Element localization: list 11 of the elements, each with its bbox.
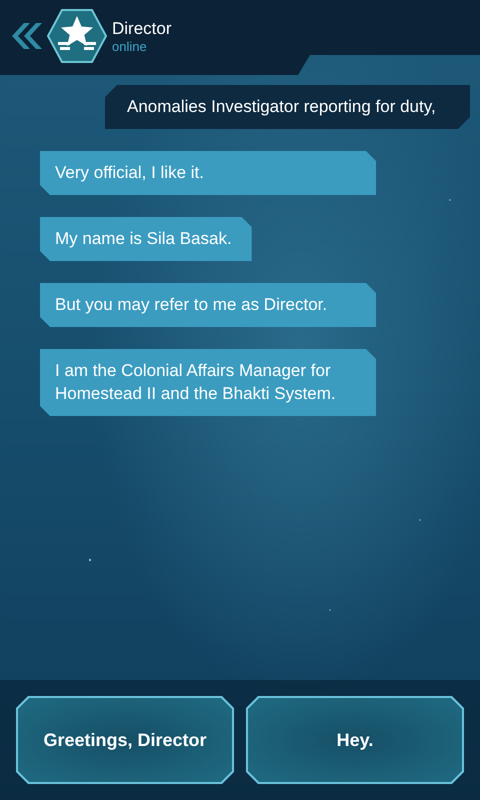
star-avatar-icon bbox=[46, 8, 108, 64]
message-bubble: I am the Colonial Affairs Manager for Homestead II and the Bhakti System. bbox=[40, 349, 376, 416]
message-bubble: But you may refer to me as Director. bbox=[40, 283, 376, 327]
status-text: online bbox=[112, 38, 148, 54]
message-bubble: Anomalies Investigator reporting for duty, bbox=[105, 85, 470, 129]
back-icon[interactable] bbox=[10, 21, 42, 51]
contact-name: Director bbox=[112, 18, 172, 38]
reply-button[interactable]: Greetings, Director bbox=[16, 696, 234, 784]
message-bubble: My name is Sila Basak. bbox=[40, 217, 252, 261]
reply-button[interactable]: Hey. bbox=[246, 696, 464, 784]
message-bubble: Very official, I like it. bbox=[40, 151, 376, 195]
